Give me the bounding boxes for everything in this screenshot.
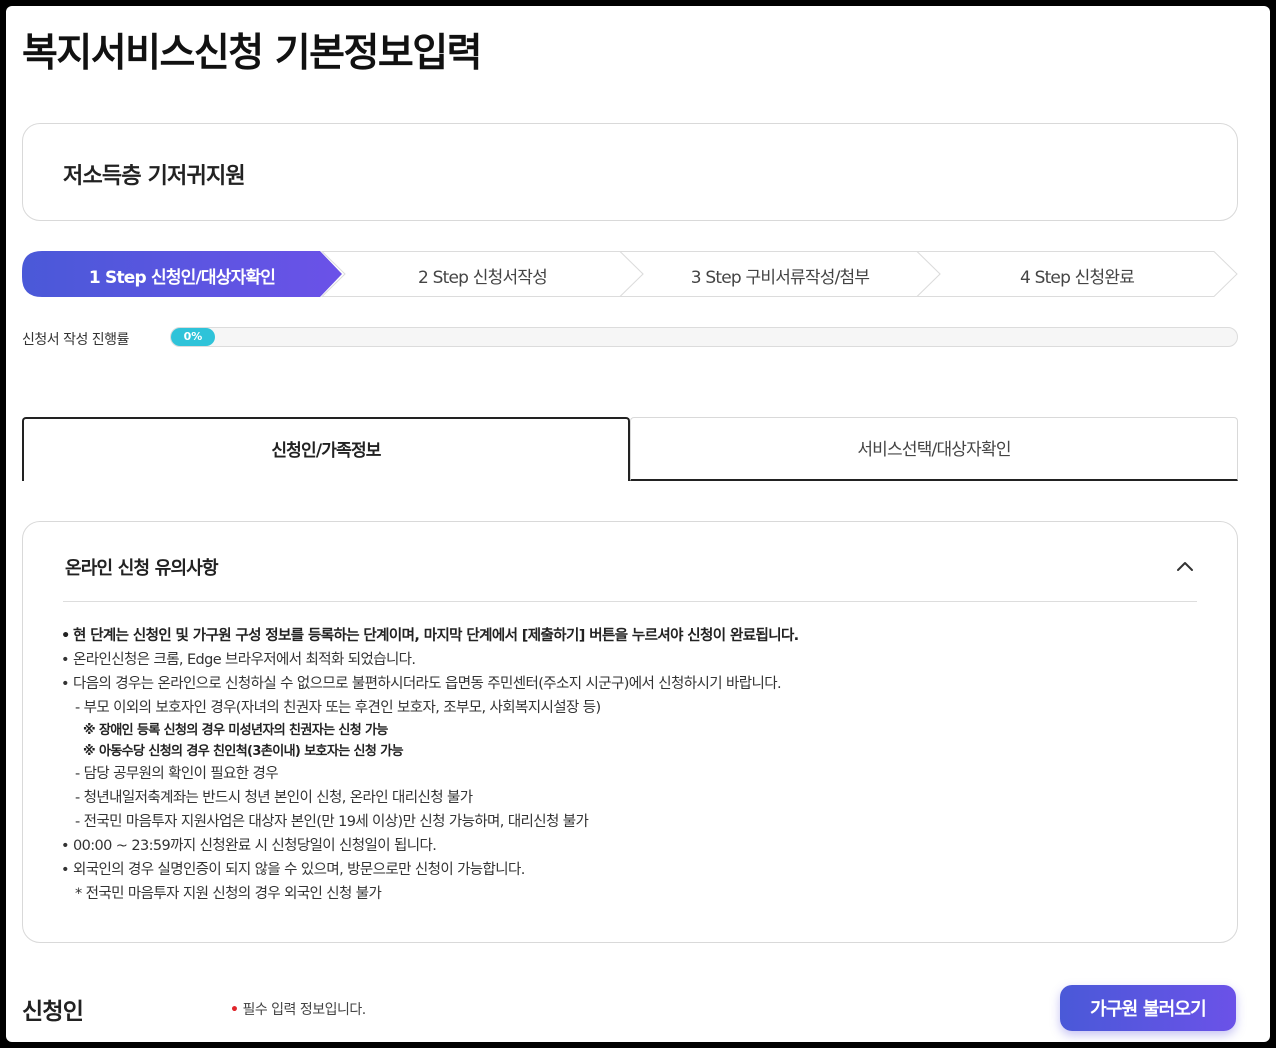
progress-label: 신청서 작성 진행률	[22, 332, 129, 348]
step-2-label: 2 Step 신청서작성	[418, 268, 548, 288]
bullet-icon: •	[61, 628, 70, 644]
tab-bar: 신청인/가족정보 서비스선택/대상자확인	[22, 417, 1238, 481]
step-3-label: 3 Step 구비서류작성/첨부	[690, 268, 870, 288]
notice-sub-item: - 전국민 마음투자 지원사업은 대상자 본인(만 19세 이상)만 신청 가능…	[75, 814, 589, 830]
notice-sub-item: * 전국민 마음투자 지원 신청의 경우 외국인 신청 불가	[75, 886, 382, 902]
notice-item: • 00:00 ~ 23:59까지 신청완료 시 신청당일이 신청일이 됩니다.	[61, 834, 1201, 858]
notice-mark-item: ※ 장애인 등록 신청의 경우 미성년자의 친권자는 신청 가능	[83, 723, 388, 738]
progress-bar: 0%	[170, 327, 1238, 347]
service-name: 저소득층 기저귀지원	[63, 164, 246, 189]
notice-divider	[63, 601, 1197, 602]
step-1-label: 1 Step 신청인/대상자확인	[88, 268, 276, 288]
page-title: 복지서비스신청 기본정보입력	[22, 31, 483, 76]
tab-applicant-family[interactable]: 신청인/가족정보	[22, 417, 630, 481]
bullet-icon: •	[61, 676, 70, 692]
notice-item: • 온라인신청은 크롬, Edge 브라우저에서 최적화 되었습니다.	[61, 648, 1201, 672]
step-4-label: 4 Step 신청완료	[1019, 268, 1135, 288]
notice-item: • 외국인의 경우 실명인증이 되지 않을 수 있으며, 방문으로만 신청이 가능…	[61, 858, 1201, 882]
notice-panel: 온라인 신청 유의사항 • 현 단계는 신청인 및 가구원 구성 정보를 등록하는…	[22, 521, 1238, 943]
tab-service-selection[interactable]: 서비스선택/대상자확인	[630, 417, 1238, 481]
notice-sub-item: - 청년내일저축계좌는 반드시 청년 본인이 신청, 온라인 대리신청 불가	[75, 790, 473, 806]
step-indicator: 1 Step 신청인/대상자확인 2 Step 신청서작성 3 Step 구비서…	[22, 251, 1238, 297]
required-marker-icon: •	[230, 1002, 239, 1018]
chevron-up-icon[interactable]	[1175, 556, 1195, 576]
notice-mark-item: ※ 아동수당 신청의 경우 친인척(3촌이내) 보호자는 신청 가능	[83, 744, 404, 759]
notice-sub-item: - 부모 이외의 보호자인 경우(자녀의 친권자 또는 후견인 보호자, 조부모…	[75, 700, 601, 716]
notice-item: • 다음의 경우는 온라인으로 신청하실 수 없으므로 불편하시더라도 읍면동 주…	[61, 672, 1201, 696]
service-card: 저소득층 기저귀지원	[22, 123, 1238, 221]
bullet-icon: •	[61, 862, 70, 878]
notice-item: • 현 단계는 신청인 및 가구원 구성 정보를 등록하는 단계이며, 마지막 단…	[61, 624, 1201, 648]
required-note-text: 필수 입력 정보입니다.	[242, 1002, 366, 1018]
bullet-icon: •	[61, 652, 70, 668]
notice-sub-item: - 담당 공무원의 확인이 필요한 경우	[75, 766, 279, 782]
notice-list: • 현 단계는 신청인 및 가구원 구성 정보를 등록하는 단계이며, 마지막 단…	[61, 624, 1201, 906]
required-note: • 필수 입력 정보입니다.	[230, 999, 366, 1019]
load-family-button[interactable]: 가구원 불러오기	[1060, 985, 1236, 1031]
notice-title[interactable]: 온라인 신청 유의사항	[65, 554, 219, 580]
applicant-section-title: 신청인	[22, 999, 84, 1025]
progress-fill: 0%	[171, 328, 215, 346]
browser-frame: 복지서비스신청 기본정보입력 저소득층 기저귀지원 1 Step 신청인/대상자…	[6, 6, 1270, 1042]
bullet-icon: •	[61, 838, 70, 854]
